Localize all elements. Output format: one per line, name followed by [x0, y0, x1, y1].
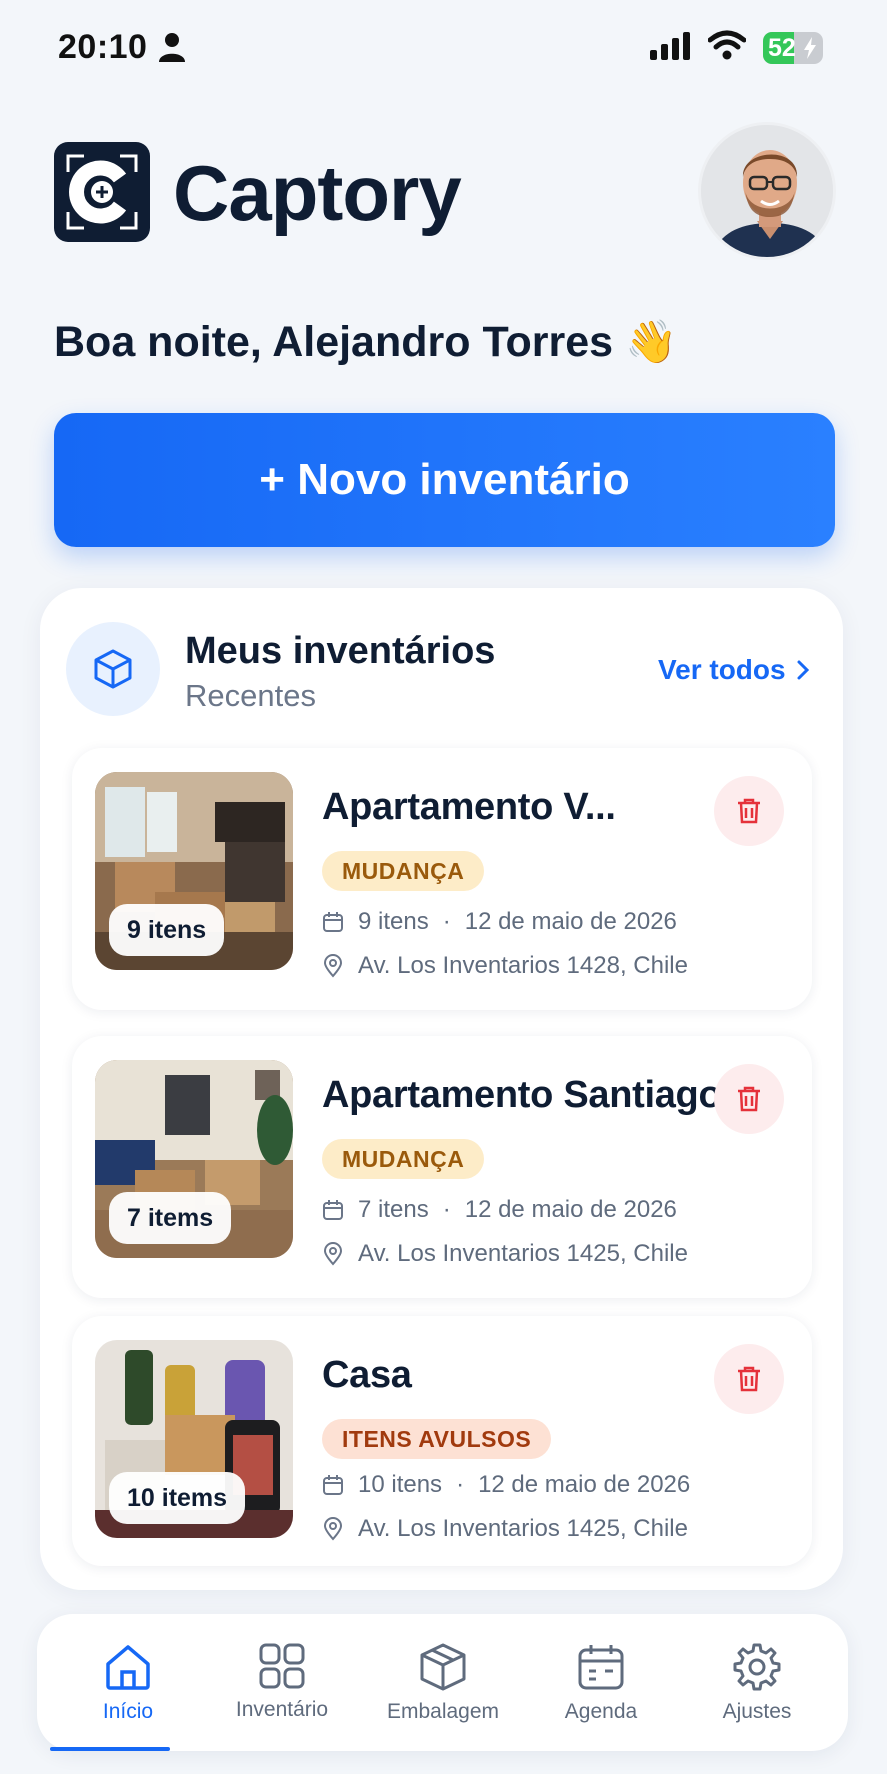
inventory-title: Apartamento Santiago [322, 1074, 722, 1116]
battery-level: 52 [768, 34, 796, 62]
nav-home[interactable]: Início [53, 1614, 203, 1751]
item-count-badge: 7 items [109, 1192, 232, 1244]
nav-packaging-label: Embalagem [386, 1700, 500, 1723]
user-avatar[interactable] [698, 122, 836, 260]
bottom-nav: Início Inventário Embalagem Agenda Ajust… [37, 1614, 848, 1751]
inventory-type-tag: MUDANÇA [322, 1139, 485, 1179]
inventory-card[interactable]: 9 itens Apartamento V... MUDANÇA 9 itens… [72, 748, 812, 1010]
location-pin-icon [323, 954, 343, 978]
signal-icon [650, 32, 690, 60]
trash-icon [738, 1086, 760, 1112]
calendar-icon [323, 1475, 343, 1495]
nav-inventory-label: Inventário [235, 1698, 329, 1721]
greeting: Boa noite, Alejandro Torres 👋 [54, 318, 677, 367]
nav-settings[interactable]: Ajustes [682, 1614, 832, 1751]
inventory-address: Av. Los Inventarios 1428, Chile [358, 952, 688, 979]
panel-subtitle: Recentes [185, 678, 316, 713]
inventory-card[interactable]: 10 items Casa ITENS AVULSOS 10 itens · 1… [72, 1316, 812, 1566]
see-all-link[interactable]: Ver todos [658, 654, 810, 686]
calendar-icon [323, 1200, 343, 1220]
trash-icon [738, 1366, 760, 1392]
box-icon [66, 622, 160, 716]
captory-logo-icon [54, 142, 150, 242]
see-all-label: Ver todos [658, 654, 786, 685]
location-pin-icon [323, 1517, 343, 1541]
chevron-right-icon [797, 660, 809, 680]
status-time: 20:10 [58, 28, 148, 66]
inventory-date: 12 de maio de 2026 [464, 908, 677, 935]
wifi-icon [708, 30, 746, 60]
inventories-panel: Meus inventários Recentes Ver todos 9 it… [40, 588, 843, 1590]
inventory-title: Casa [322, 1354, 412, 1396]
inventory-address-row: Av. Los Inventarios 1425, Chile [322, 1515, 688, 1543]
calendar-icon [578, 1645, 624, 1690]
person-icon [159, 33, 185, 62]
nav-home-label: Início [102, 1700, 154, 1723]
inventory-photo: 10 items [95, 1340, 293, 1538]
inventory-meta: 7 itens · 12 de maio de 2026 [322, 1196, 677, 1224]
delete-button[interactable] [714, 776, 784, 846]
inventory-count: 9 itens [358, 908, 429, 935]
inventory-meta: 10 itens · 12 de maio de 2026 [322, 1471, 690, 1499]
status-bar: 20:10 52 [0, 0, 887, 96]
inventory-type-tag: MUDANÇA [322, 851, 485, 891]
new-inventory-button[interactable]: + Novo inventário [54, 413, 835, 547]
waving-hand-emoji: 👋 [625, 318, 678, 365]
panel-title: Meus inventários [185, 630, 496, 672]
location-pin-icon [323, 1242, 343, 1266]
grid-icon [259, 1643, 305, 1689]
delete-button[interactable] [714, 1064, 784, 1134]
nav-inventory[interactable]: Inventário [207, 1614, 357, 1751]
calendar-icon [323, 912, 343, 932]
gear-icon [733, 1643, 781, 1691]
inventory-meta: 9 itens · 12 de maio de 2026 [322, 908, 677, 936]
delete-button[interactable] [714, 1344, 784, 1414]
inventory-address-row: Av. Los Inventarios 1428, Chile [322, 952, 688, 980]
active-tab-indicator [50, 1747, 170, 1751]
inventory-count: 7 itens [358, 1196, 429, 1223]
inventory-photo: 9 itens [95, 772, 293, 970]
inventory-card[interactable]: 7 items Apartamento Santiago MUDANÇA 7 i… [72, 1036, 812, 1298]
inventory-address: Av. Los Inventarios 1425, Chile [358, 1240, 688, 1267]
inventory-date: 12 de maio de 2026 [464, 1196, 677, 1223]
nav-packaging[interactable]: Embalagem [368, 1614, 518, 1751]
nav-agenda[interactable]: Agenda [526, 1614, 676, 1751]
charging-bolt-icon [804, 37, 816, 59]
inventory-photo: 7 items [95, 1060, 293, 1258]
inventory-count: 10 itens [358, 1471, 443, 1498]
box-icon [420, 1643, 466, 1691]
inventory-type-tag: ITENS AVULSOS [322, 1419, 552, 1459]
home-icon [106, 1645, 150, 1690]
inventory-address: Av. Los Inventarios 1425, Chile [358, 1515, 688, 1542]
greeting-text: Boa noite, Alejandro Torres [54, 318, 614, 366]
inventory-title: Apartamento V... [322, 786, 616, 828]
nav-agenda-label: Agenda [564, 1700, 638, 1723]
item-count-badge: 10 items [109, 1472, 246, 1524]
item-count-badge: 9 itens [109, 904, 225, 956]
inventory-date: 12 de maio de 2026 [478, 1471, 691, 1498]
inventory-address-row: Av. Los Inventarios 1425, Chile [322, 1240, 688, 1268]
nav-settings-label: Ajustes [722, 1700, 792, 1723]
app-title: Captory [173, 149, 462, 237]
trash-icon [738, 798, 760, 824]
battery-indicator: 52 [763, 32, 823, 64]
